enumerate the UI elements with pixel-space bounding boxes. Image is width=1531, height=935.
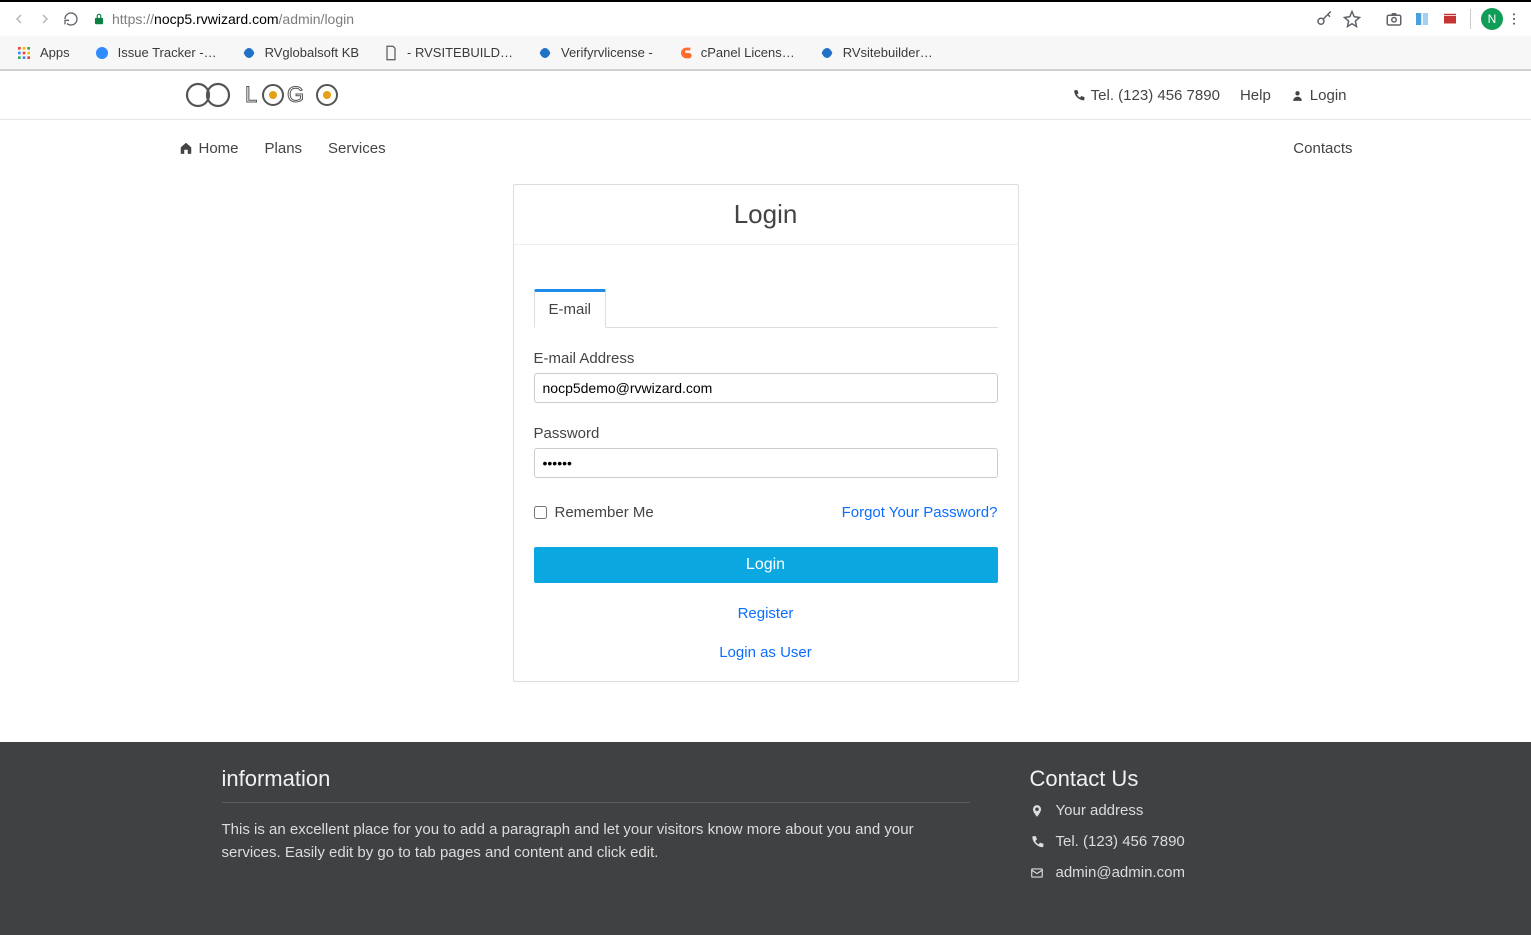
tab-email[interactable]: E-mail [534, 289, 607, 328]
password-label: Password [534, 425, 998, 442]
email-label: E-mail Address [534, 350, 998, 367]
apps-icon [16, 45, 32, 61]
favicon-file-icon [383, 45, 399, 61]
back-button[interactable] [6, 6, 32, 32]
url-text: https://nocp5.rvwizard.com/admin/login [112, 11, 354, 27]
logo-mark-icon [185, 82, 237, 108]
login-as-user-link[interactable]: Login as User [534, 644, 998, 661]
svg-text:L: L [245, 82, 259, 107]
forward-button[interactable] [32, 6, 58, 32]
extension-1-icon[interactable] [1408, 5, 1436, 33]
profile-avatar[interactable]: N [1481, 8, 1503, 30]
key-icon[interactable] [1310, 5, 1338, 33]
favicon-rv-icon [241, 45, 257, 61]
envelope-icon [1030, 866, 1044, 880]
kebab-menu-icon[interactable] [1503, 11, 1525, 27]
logo-text-icon: L G [245, 82, 355, 108]
address-bar[interactable]: https://nocp5.rvwizard.com/admin/login [92, 5, 1302, 33]
apps-bookmark[interactable]: Apps [6, 41, 80, 65]
login-title: Login [514, 185, 1018, 245]
lock-icon [92, 12, 106, 26]
favicon-chat-icon [94, 45, 110, 61]
favicon-rv3-icon [819, 45, 835, 61]
header-tel: Tel. (123) 456 7890 [1072, 87, 1220, 104]
site-logo[interactable]: L G [185, 82, 355, 108]
nav-contacts[interactable]: Contacts [1293, 140, 1352, 157]
register-link[interactable]: Register [534, 605, 998, 622]
footer-address: Your address [1030, 802, 1310, 819]
bookmark-verify[interactable]: Verifyrvlicense - [527, 41, 663, 65]
remember-me-label[interactable]: Remember Me [534, 504, 654, 521]
extension-2-icon[interactable] [1436, 5, 1464, 33]
svg-text:G: G [287, 82, 306, 107]
camera-icon[interactable] [1380, 5, 1408, 33]
browser-chrome: https://nocp5.rvwizard.com/admin/login N [0, 0, 1531, 71]
login-button[interactable]: Login [534, 547, 998, 583]
phone-icon [1072, 89, 1085, 102]
login-card: Login E-mail E-mail Address Password Rem… [513, 184, 1019, 682]
header-help-link[interactable]: Help [1240, 87, 1271, 104]
user-icon [1291, 89, 1304, 102]
bookmark-rvsitebuild[interactable]: - RVSITEBUILD… [373, 41, 523, 65]
header-login-link[interactable]: Login [1291, 87, 1347, 104]
bookmark-cpanel[interactable]: cPanel Licens… [667, 41, 805, 65]
footer-info-title: information [222, 766, 970, 792]
home-icon [179, 141, 193, 155]
site-footer: information This is an excellent place f… [0, 742, 1531, 935]
reload-button[interactable] [58, 6, 84, 32]
password-input[interactable] [534, 448, 998, 478]
footer-email: admin@admin.com [1030, 864, 1310, 881]
nav-plans[interactable]: Plans [265, 140, 303, 157]
star-icon[interactable] [1338, 5, 1366, 33]
email-input[interactable] [534, 373, 998, 403]
bookmark-rvsitebuilder[interactable]: RVsitebuilder… [809, 41, 943, 65]
forgot-password-link[interactable]: Forgot Your Password? [842, 504, 998, 521]
favicon-rv2-icon [537, 45, 553, 61]
nav-home[interactable]: Home [179, 140, 239, 157]
footer-contact-title: Contact Us [1030, 766, 1310, 792]
browser-toolbar: https://nocp5.rvwizard.com/admin/login N [0, 2, 1531, 36]
favicon-cpanel-icon [677, 45, 693, 61]
nav-services[interactable]: Services [328, 140, 386, 157]
map-pin-icon [1030, 804, 1044, 818]
login-tabs: E-mail [534, 289, 998, 328]
bookmark-rvglobalsoft[interactable]: RVglobalsoft KB [231, 41, 369, 65]
remember-me-checkbox[interactable] [534, 506, 547, 519]
bookmarks-bar: Apps Issue Tracker -… RVglobalsoft KB - … [0, 36, 1531, 70]
bookmark-issue-tracker[interactable]: Issue Tracker -… [84, 41, 227, 65]
